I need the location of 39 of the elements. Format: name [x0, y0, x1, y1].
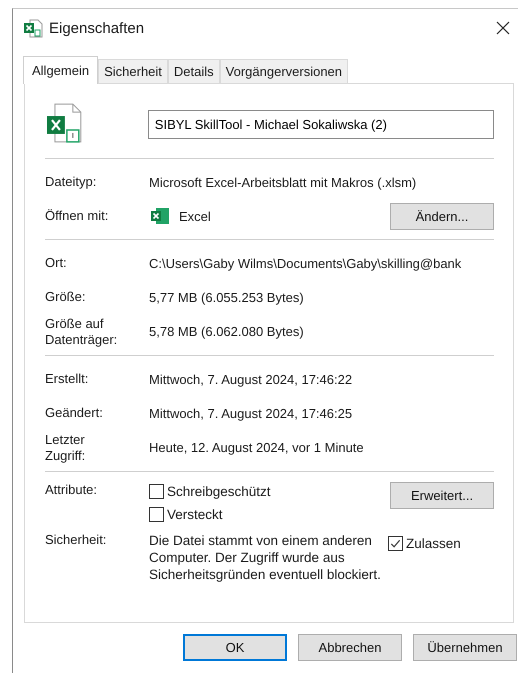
checkbox[interactable] — [149, 484, 164, 500]
field-label: Attribute: — [45, 482, 98, 498]
field-label: Größe: — [45, 289, 86, 305]
dialog-button[interactable]: Abbrechen — [298, 634, 402, 661]
dialog-button[interactable]: Übernehmen — [413, 634, 517, 661]
field-value: Heute, 12. August 2024, vor 1 Minute — [149, 440, 364, 456]
file-name-field[interactable]: SIBYL SkillTool - Michael Sokaliwska (2) — [148, 110, 494, 138]
tab[interactable]: Details — [168, 59, 220, 83]
field-value: 5,78 MB (6.062.080 Bytes) — [149, 324, 304, 340]
tab[interactable]: Vorgängerversionen — [220, 59, 348, 83]
field-value: Microsoft Excel-Arbeitsblatt mit Makros (.xlsm) — [149, 174, 416, 190]
window-title: Eigenschaften — [49, 20, 144, 36]
dialog-button[interactable]: OK — [183, 634, 287, 661]
tab[interactable]: Allgemein — [23, 56, 98, 84]
field-value: Mittwoch, 7. August 2024, 17:46:22 — [149, 372, 352, 387]
field-label: Größe auf Datenträger: — [45, 316, 118, 348]
excel-file-icon — [23, 18, 43, 38]
close-icon[interactable] — [496, 21, 510, 35]
checkbox-label[interactable]: Schreibgeschützt — [167, 484, 271, 500]
field-label: Dateityp: — [45, 174, 98, 190]
excel-icon — [149, 206, 171, 226]
field-value: 5,77 MB (6.055.253 Bytes) — [149, 290, 304, 304]
change-button[interactable]: Ändern... — [390, 202, 494, 230]
advanced-button[interactable]: Erweitert... — [390, 482, 494, 510]
field-label: Öffnen mit: — [45, 208, 110, 224]
field-label: Sicherheit: — [45, 532, 108, 548]
checkbox[interactable] — [149, 507, 164, 522]
field-label: Geändert: — [45, 405, 104, 421]
tab[interactable]: Sicherheit — [98, 59, 168, 83]
checkbox[interactable] — [388, 536, 403, 552]
field-value: Excel — [179, 208, 211, 224]
field-label: Erstellt: — [45, 371, 90, 387]
checkbox-label[interactable]: Versteckt — [167, 507, 223, 522]
field-label: Letzter Zugriff: — [45, 432, 86, 464]
field-value: Mittwoch, 7. August 2024, 17:46:25 — [149, 406, 352, 421]
field-label: Ort: — [45, 255, 68, 271]
checkbox-label[interactable]: Zulassen — [406, 536, 461, 552]
field-value: C:\Users\Gaby Wilms\Documents\Gaby\skilling@bank — [149, 256, 462, 270]
security-note: Die Datei stammt von einem anderen Computer. Der Zugriff wurde aus Sicherheitsgründen eventuell blockiert. — [149, 532, 382, 584]
